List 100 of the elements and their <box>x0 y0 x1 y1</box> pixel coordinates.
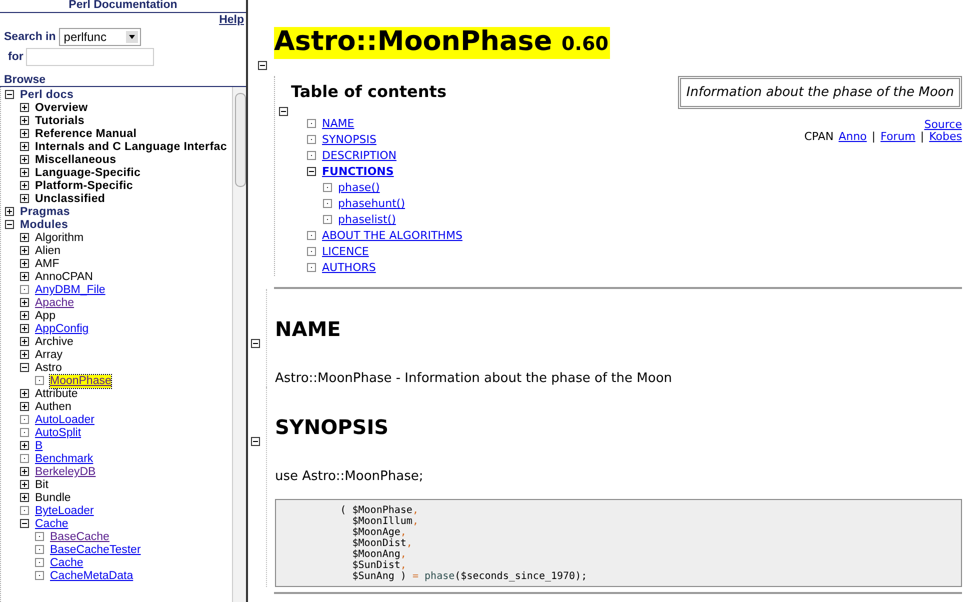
toc-link[interactable]: ABOUT THE ALGORITHMS <box>322 229 462 242</box>
tree-item[interactable]: Apache <box>35 297 74 310</box>
expand-icon[interactable] <box>20 311 29 320</box>
expand-icon[interactable] <box>20 233 29 242</box>
leaf-icon[interactable] <box>20 454 29 463</box>
leaf-icon[interactable] <box>307 231 316 240</box>
leaf-icon[interactable] <box>323 183 332 192</box>
expand-icon[interactable] <box>20 194 29 203</box>
tree-item[interactable]: CacheMetaData <box>50 570 134 583</box>
tree-item[interactable]: BerkeleyDB <box>35 466 96 479</box>
expand-icon[interactable] <box>20 181 29 190</box>
tree-item[interactable]: ByteLoader <box>35 505 94 518</box>
leaf-icon[interactable] <box>307 247 316 256</box>
leaf-icon[interactable] <box>35 376 44 385</box>
tree-item[interactable]: Algorithm <box>35 232 84 245</box>
tree-item[interactable]: Modules <box>20 219 68 232</box>
tree-item[interactable]: Miscellaneous <box>35 154 116 167</box>
expand-icon[interactable] <box>20 493 29 502</box>
expand-icon[interactable] <box>20 298 29 307</box>
tree-item[interactable]: Language-Specific <box>35 167 141 180</box>
expand-icon[interactable] <box>20 467 29 476</box>
expand-icon[interactable] <box>20 103 29 112</box>
tree-item[interactable]: AutoSplit <box>35 427 82 440</box>
tree-item[interactable]: Unclassified <box>35 193 106 206</box>
tree-item[interactable]: Cache <box>35 518 68 531</box>
toc-link[interactable]: LICENCE <box>322 245 369 258</box>
toc-link[interactable]: DESCRIPTION <box>322 149 396 162</box>
tree-item[interactable]: Array <box>35 349 62 362</box>
expand-icon[interactable] <box>5 207 14 216</box>
expand-icon[interactable] <box>20 272 29 281</box>
toc-link[interactable]: FUNCTIONS <box>322 165 394 178</box>
tree-item[interactable]: Cache <box>50 557 84 570</box>
expand-icon[interactable] <box>20 155 29 164</box>
expand-icon[interactable] <box>20 441 29 450</box>
leaf-icon[interactable] <box>20 415 29 424</box>
cpan-link[interactable]: Kobes <box>929 131 962 143</box>
tree-item[interactable]: MoonPhase <box>50 375 112 388</box>
leaf-icon[interactable] <box>323 215 332 224</box>
tree-item[interactable]: Perl docs <box>20 89 74 102</box>
collapse-icon[interactable] <box>258 61 267 70</box>
leaf-icon[interactable] <box>307 135 316 144</box>
leaf-icon[interactable] <box>35 545 44 554</box>
search-field[interactable] <box>26 48 154 66</box>
expand-icon[interactable] <box>20 246 29 255</box>
leaf-icon[interactable] <box>20 428 29 437</box>
tree-item[interactable]: Astro <box>35 362 62 375</box>
expand-icon[interactable] <box>20 402 29 411</box>
tree-item[interactable]: App <box>35 310 56 323</box>
collapse-icon[interactable] <box>279 107 288 116</box>
tree-item[interactable]: Platform-Specific <box>35 180 133 193</box>
leaf-icon[interactable] <box>35 558 44 567</box>
leaf-icon[interactable] <box>307 263 316 272</box>
tree-item[interactable]: Benchmark <box>35 453 94 466</box>
leaf-icon[interactable] <box>35 571 44 580</box>
expand-icon[interactable] <box>20 259 29 268</box>
tree-item[interactable]: Bundle <box>35 492 71 505</box>
scrollbar[interactable] <box>232 87 246 602</box>
collapse-icon[interactable] <box>251 339 260 348</box>
leaf-icon[interactable] <box>20 506 29 515</box>
source-link[interactable]: Source <box>924 119 962 131</box>
tree-item[interactable]: Pragmas <box>20 206 70 219</box>
tree-item[interactable]: B <box>35 440 43 453</box>
tree-item[interactable]: BaseCacheTester <box>50 544 141 557</box>
expand-icon[interactable] <box>20 480 29 489</box>
tree-item[interactable]: AnyDBM_File <box>35 284 106 297</box>
tree-item[interactable]: AMF <box>35 258 60 271</box>
help-link[interactable]: Help <box>219 14 244 26</box>
toc-link[interactable]: phaselist() <box>338 213 396 226</box>
leaf-icon[interactable] <box>20 285 29 294</box>
tree-item[interactable]: Attribute <box>35 388 78 401</box>
collapse-icon[interactable] <box>20 519 29 528</box>
expand-icon[interactable] <box>20 337 29 346</box>
cpan-link[interactable]: Anno <box>838 131 867 143</box>
toc-link[interactable]: AUTHORS <box>322 261 376 274</box>
tree-item[interactable]: Authen <box>35 401 72 414</box>
toc-link[interactable]: phasehunt() <box>338 197 406 210</box>
tree-item[interactable]: Alien <box>35 245 61 258</box>
tree-item[interactable]: Internals and C Language Interfac <box>35 141 227 154</box>
collapse-icon[interactable] <box>307 167 316 176</box>
toc-link[interactable]: NAME <box>322 117 354 130</box>
toc-link[interactable]: SYNOPSIS <box>322 133 376 146</box>
scope-dropdown[interactable]: perlfunc <box>58 28 141 46</box>
collapse-icon[interactable] <box>5 90 14 99</box>
tree-item[interactable]: Reference Manual <box>35 128 137 141</box>
tree-item[interactable]: Tutorials <box>35 115 85 128</box>
tree-item[interactable]: AnnoCPAN <box>35 271 93 284</box>
cpan-link[interactable]: Forum <box>880 131 916 143</box>
expand-icon[interactable] <box>20 168 29 177</box>
expand-icon[interactable] <box>20 116 29 125</box>
expand-icon[interactable] <box>20 142 29 151</box>
tree-item[interactable]: BaseCache <box>50 531 110 544</box>
leaf-icon[interactable] <box>35 532 44 541</box>
collapse-icon[interactable] <box>5 220 14 229</box>
toc-link[interactable]: phase() <box>338 181 380 194</box>
collapse-icon[interactable] <box>251 437 260 446</box>
leaf-icon[interactable] <box>323 199 332 208</box>
tree-item[interactable]: Bit <box>35 479 48 492</box>
leaf-icon[interactable] <box>307 119 316 128</box>
expand-icon[interactable] <box>20 324 29 333</box>
expand-icon[interactable] <box>20 129 29 138</box>
